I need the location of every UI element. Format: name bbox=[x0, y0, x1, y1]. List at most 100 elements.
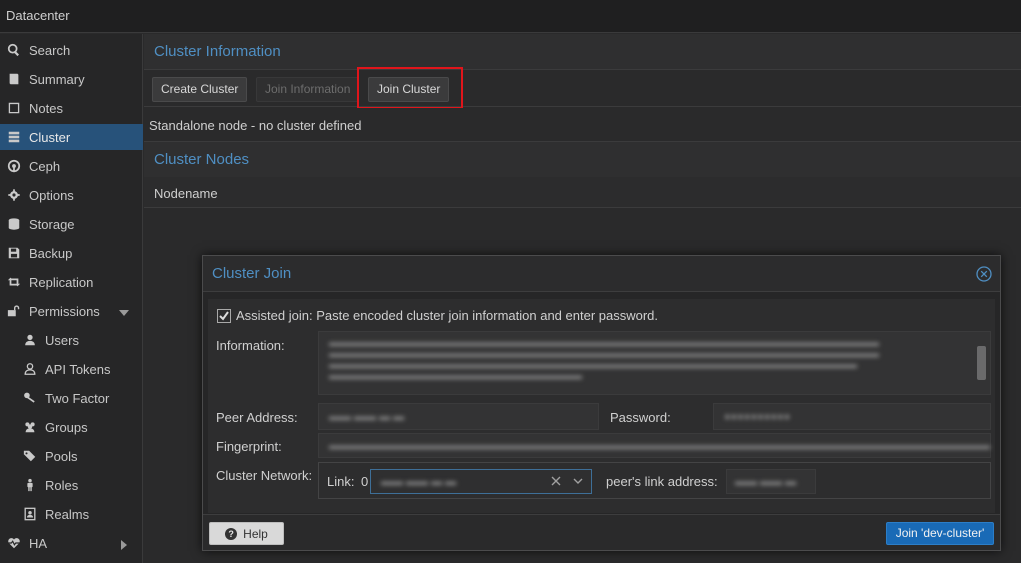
information-label: Information: bbox=[216, 338, 285, 353]
redacted-peer-address: ▬▬ ▬▬ ▬ ▬ bbox=[329, 411, 405, 423]
sidebar-item-label: Summary bbox=[29, 71, 85, 87]
link-address-select[interactable]: ▬▬ ▬▬ ▬ ▬ bbox=[370, 469, 592, 494]
question-circle-icon: ? bbox=[225, 527, 238, 540]
password-field[interactable]: ●●●●●●●●●● bbox=[713, 403, 991, 430]
chevron-down-icon[interactable] bbox=[571, 474, 585, 488]
cluster-nodes-title: Cluster Nodes bbox=[154, 151, 250, 168]
dialog-title: Cluster Join bbox=[212, 265, 292, 282]
retweet-icon bbox=[6, 274, 22, 290]
information-textarea[interactable]: ▬▬▬▬▬▬▬▬▬▬▬▬▬▬▬▬▬▬▬▬▬▬▬▬▬▬▬▬▬▬▬▬▬▬▬▬▬▬▬▬… bbox=[318, 331, 991, 395]
link-number: 0 bbox=[361, 474, 369, 489]
sidebar-item-options[interactable]: Options bbox=[0, 182, 143, 208]
sidebar-item-label: Search bbox=[29, 42, 71, 58]
search-icon bbox=[6, 42, 22, 58]
join-dev-cluster-button[interactable]: Join 'dev-cluster' bbox=[886, 522, 994, 545]
peer-link-label: peer's link address: bbox=[606, 474, 718, 489]
notes-icon bbox=[6, 100, 22, 116]
sidebar-item-backup[interactable]: Backup bbox=[0, 240, 143, 266]
tags-icon bbox=[22, 448, 38, 464]
cluster-network-container: Link: 0 ▬▬ ▬▬ ▬ ▬ peer's link address: ▬… bbox=[318, 462, 991, 499]
link-label: Link: bbox=[327, 474, 355, 489]
sidebar-item-pools[interactable]: Pools bbox=[0, 443, 143, 469]
unlock-icon bbox=[6, 303, 22, 319]
redacted-link-address: ▬▬ ▬▬ ▬ ▬ bbox=[381, 476, 457, 488]
cluster-toolbar: Create Cluster Join Information Join Clu… bbox=[144, 71, 1021, 107]
sidebar-item-roles[interactable]: Roles bbox=[0, 472, 143, 498]
sidebar-item-notes[interactable]: Notes bbox=[0, 95, 143, 121]
sidebar-item-two-factor[interactable]: Two Factor bbox=[0, 385, 143, 411]
sidebar-item-groups[interactable]: Groups bbox=[0, 414, 143, 440]
cluster-information-header: Cluster Information bbox=[144, 34, 1021, 70]
sidebar-item-label: Roles bbox=[45, 477, 79, 493]
redacted-fingerprint: ▬▬▬▬▬▬▬▬▬▬▬▬▬▬▬▬▬▬▬▬▬▬▬▬▬▬▬▬▬▬▬▬▬▬▬▬▬▬▬▬… bbox=[329, 440, 990, 452]
redacted-peer-link: ▬▬ ▬▬ ▬ bbox=[735, 476, 797, 488]
server-icon bbox=[6, 129, 22, 145]
sidebar-item-search[interactable]: Search bbox=[0, 37, 143, 63]
dialog-body: Assisted join: Paste encoded cluster joi… bbox=[208, 299, 995, 513]
help-button[interactable]: ? Help bbox=[209, 522, 284, 545]
redacted-information: ▬▬▬▬▬▬▬▬▬▬▬▬▬▬▬▬▬▬▬▬▬▬▬▬▬▬▬▬▬▬▬▬▬▬▬▬▬▬▬▬… bbox=[329, 337, 879, 382]
database-icon bbox=[6, 216, 22, 232]
user-outline-icon bbox=[22, 361, 38, 377]
cluster-nodes-header: Cluster Nodes bbox=[144, 142, 1021, 178]
sidebar-item-users[interactable]: Users bbox=[0, 327, 143, 353]
join-information-button[interactable]: Join Information bbox=[256, 77, 360, 102]
heartbeat-icon bbox=[6, 535, 22, 551]
assisted-join-checkbox[interactable] bbox=[217, 309, 231, 323]
key-icon bbox=[22, 390, 38, 406]
top-bar: Datacenter bbox=[0, 0, 1021, 33]
sidebar-item-label: Replication bbox=[29, 274, 94, 290]
user-icon bbox=[22, 332, 38, 348]
sidebar-item-label: Users bbox=[45, 332, 79, 348]
close-icon[interactable] bbox=[976, 266, 992, 282]
sidebar-item-label: Permissions bbox=[29, 303, 100, 319]
sidebar-item-label: Groups bbox=[45, 419, 88, 435]
assisted-join-label: Assisted join: Paste encoded cluster joi… bbox=[236, 308, 659, 323]
book-icon bbox=[6, 71, 22, 87]
gear-icon bbox=[6, 187, 22, 203]
sidebar-item-label: Two Factor bbox=[45, 390, 110, 406]
sidebar-item-storage[interactable]: Storage bbox=[0, 211, 143, 237]
sidebar-item-ha[interactable]: HA bbox=[0, 530, 143, 556]
fingerprint-field[interactable]: ▬▬▬▬▬▬▬▬▬▬▬▬▬▬▬▬▬▬▬▬▬▬▬▬▬▬▬▬▬▬▬▬▬▬▬▬▬▬▬▬… bbox=[318, 433, 991, 458]
sidebar-item-ceph[interactable]: Ceph bbox=[0, 153, 143, 179]
peer-address-field[interactable]: ▬▬ ▬▬ ▬ ▬ bbox=[318, 403, 599, 430]
textarea-scrollbar[interactable] bbox=[977, 346, 986, 380]
sidebar-item-summary[interactable]: Summary bbox=[0, 66, 143, 92]
dialog-footer: ? Help Join 'dev-cluster' bbox=[203, 514, 1000, 550]
sidebar-item-realms[interactable]: Realms bbox=[0, 501, 143, 527]
sidebar-item-permissions[interactable]: Permissions bbox=[0, 298, 143, 324]
sidebar-item-label: Cluster bbox=[29, 129, 71, 145]
join-cluster-highlight bbox=[357, 67, 463, 109]
peer-address-label: Peer Address: bbox=[216, 410, 298, 425]
peer-link-address-field[interactable]: ▬▬ ▬▬ ▬ bbox=[726, 469, 816, 494]
sidebar-item-replication[interactable]: Replication bbox=[0, 269, 143, 295]
cluster-join-dialog: Cluster Join Assisted join: Paste encode… bbox=[202, 255, 1001, 551]
caret-right-icon[interactable] bbox=[119, 538, 129, 553]
redacted-password: ●●●●●●●●●● bbox=[724, 411, 791, 423]
password-label: Password: bbox=[610, 410, 671, 425]
clear-icon[interactable] bbox=[549, 474, 563, 488]
fingerprint-label: Fingerprint: bbox=[216, 439, 282, 454]
sidebar-item-label: Storage bbox=[29, 216, 75, 232]
checkmark-icon bbox=[219, 311, 229, 321]
cluster-status-text: Standalone node - no cluster defined bbox=[149, 118, 362, 133]
caret-down-icon[interactable] bbox=[119, 306, 129, 321]
floppy-icon bbox=[6, 245, 22, 261]
sidebar-item-label: API Tokens bbox=[45, 361, 111, 377]
nodename-column-header[interactable]: Nodename bbox=[154, 186, 218, 201]
sidebar-item-label: Backup bbox=[29, 245, 73, 261]
sidebar-item-label: Realms bbox=[45, 506, 90, 522]
ceph-icon bbox=[6, 158, 22, 174]
sidebar-item-label: Ceph bbox=[29, 158, 61, 174]
sidebar: Search Summary Notes Cluster Ceph Option… bbox=[0, 34, 143, 563]
help-button-label: Help bbox=[243, 526, 268, 541]
sidebar-item-api-tokens[interactable]: API Tokens bbox=[0, 356, 143, 382]
cluster-network-label: Cluster Network: bbox=[216, 468, 313, 483]
sidebar-item-label: Options bbox=[29, 187, 74, 203]
address-book-icon bbox=[22, 506, 38, 522]
sidebar-item-cluster[interactable]: Cluster bbox=[0, 124, 143, 150]
male-icon bbox=[22, 477, 38, 493]
datacenter-title: Datacenter bbox=[6, 8, 70, 23]
create-cluster-button[interactable]: Create Cluster bbox=[152, 77, 248, 102]
